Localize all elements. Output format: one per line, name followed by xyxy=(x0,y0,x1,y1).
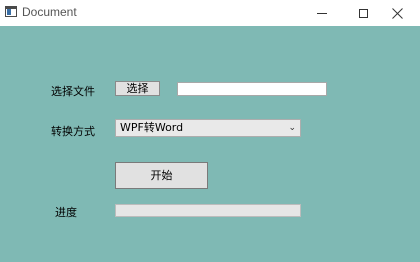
window-title: Document xyxy=(22,5,77,19)
start-button[interactable]: 开始 xyxy=(115,162,208,189)
file-path-field[interactable] xyxy=(177,82,327,96)
conversion-mode-dropdown[interactable]: WPF转Word ⌄ xyxy=(115,119,301,137)
progress-bar xyxy=(115,204,301,217)
minimize-icon xyxy=(317,12,327,14)
conversion-mode-selected: WPF转Word xyxy=(120,121,184,134)
maximize-icon xyxy=(358,8,368,18)
close-icon xyxy=(391,7,403,19)
progress-label: 进度 xyxy=(55,206,77,219)
conversion-mode-label: 转换方式 xyxy=(51,125,95,138)
minimize-button[interactable] xyxy=(299,0,345,26)
client-area: 选择文件 选择 转换方式 WPF转Word ⌄ 开始 进度 xyxy=(0,26,420,262)
close-button[interactable] xyxy=(374,0,420,26)
title-bar: Document xyxy=(0,0,420,26)
select-file-label: 选择文件 xyxy=(51,85,95,98)
app-window-icon xyxy=(5,6,17,17)
chevron-down-icon: ⌄ xyxy=(288,123,296,133)
select-file-button[interactable]: 选择 xyxy=(115,81,160,96)
